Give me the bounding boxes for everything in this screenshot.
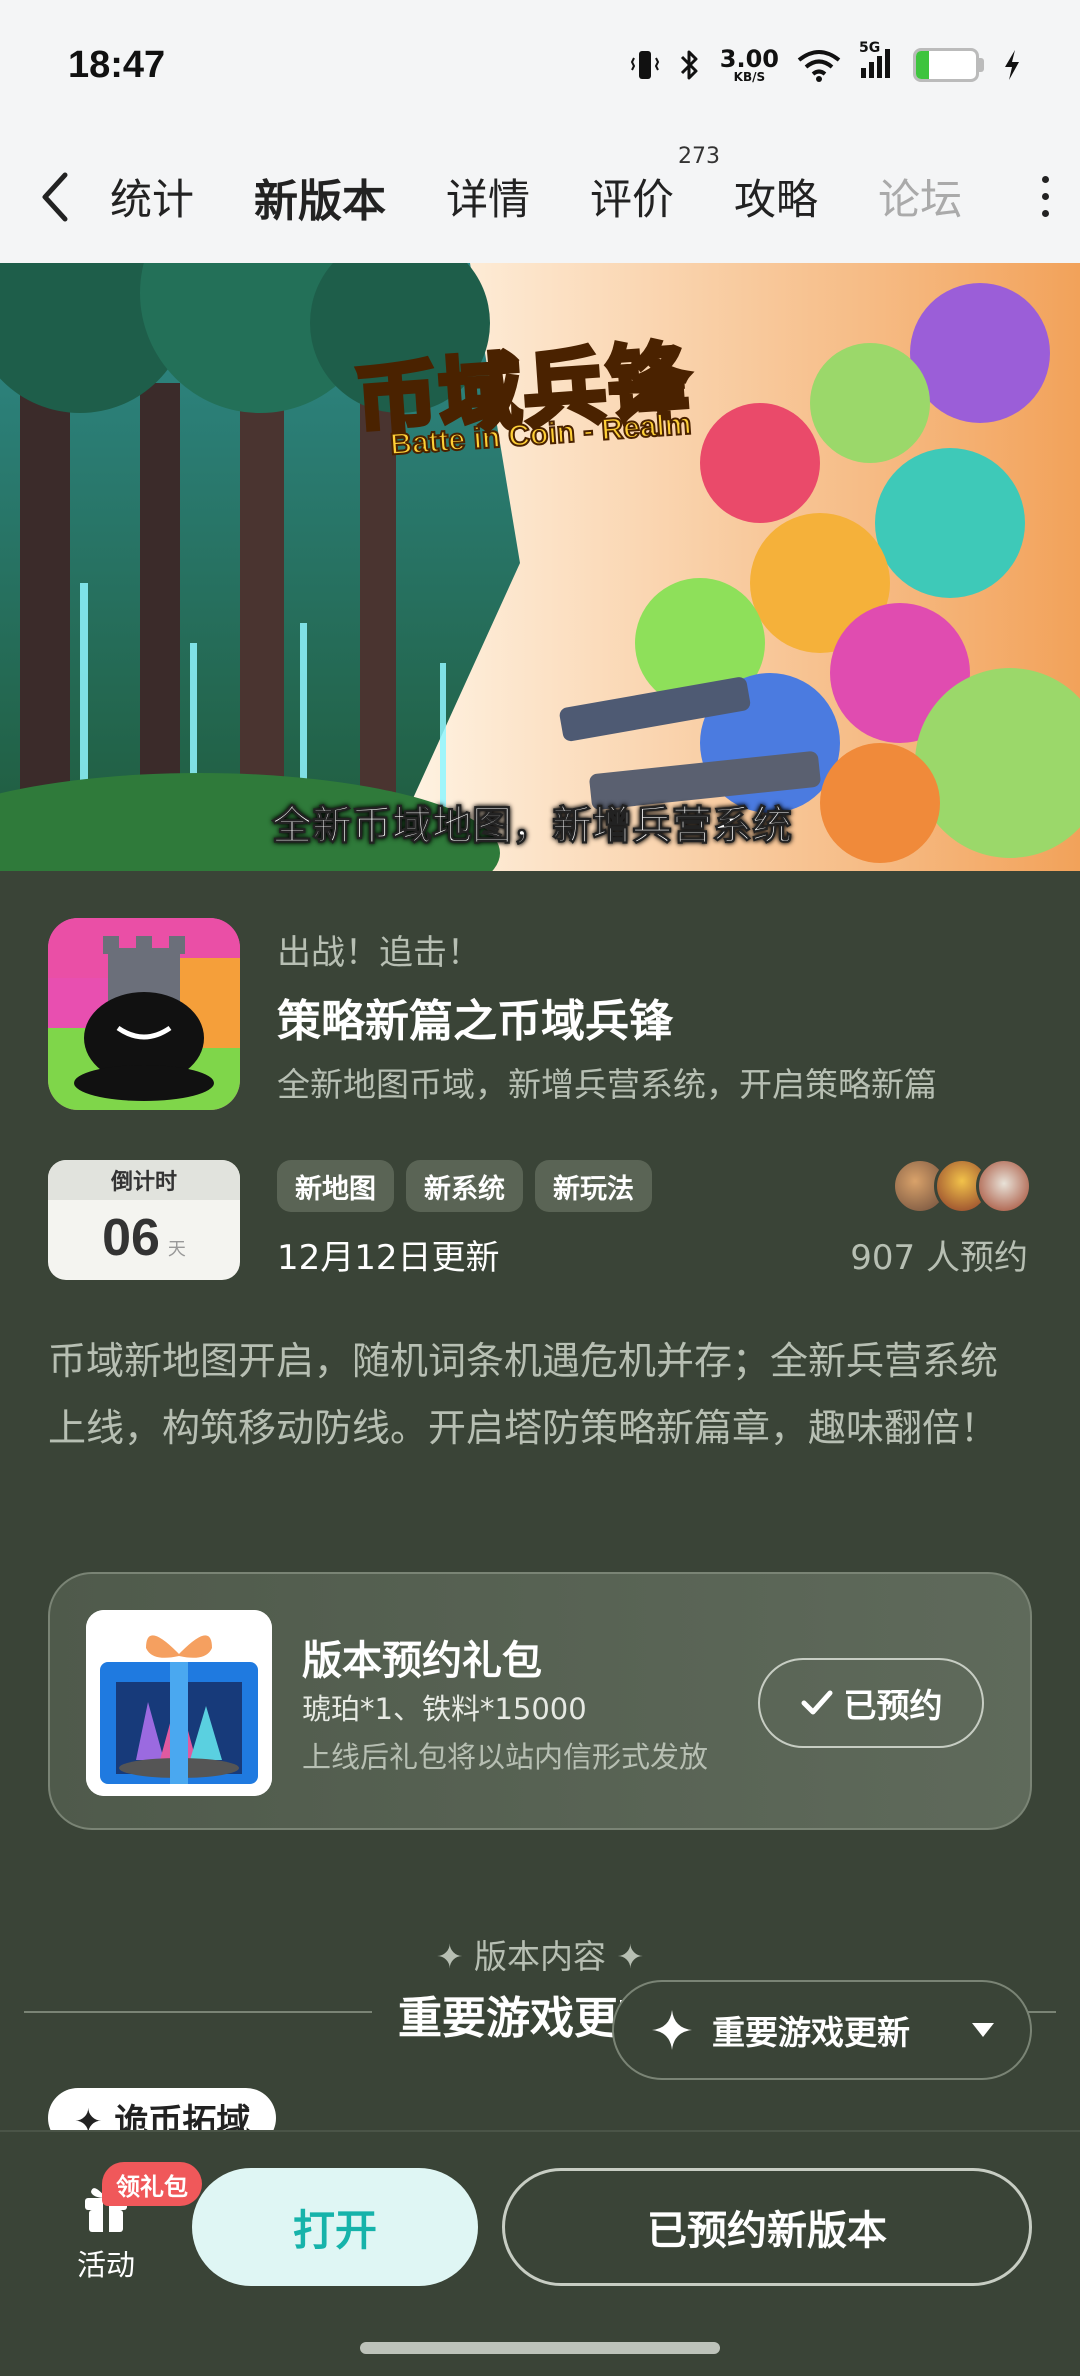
section-dropdown-label: 重要游戏更新: [712, 2013, 910, 2052]
net-speed: 3.00 KB/S: [720, 47, 779, 83]
promo-banner[interactable]: 币域兵锋 Batte in Coin - Realm 全新币域地图，新增兵营系统: [0, 263, 1080, 871]
tab-stats[interactable]: 统计: [110, 166, 194, 227]
tab-list: 统计 新版本 详情 评价 273 攻略 论坛: [110, 130, 1010, 263]
gift-pack-card[interactable]: 版本预约礼包 琥珀*1、铁料*15000 上线后礼包将以站内信形式发放 已预约: [48, 1572, 1032, 1830]
divider: [24, 2011, 372, 2013]
reserver-avatars[interactable]: [892, 1158, 1032, 1214]
chevron-left-icon: [42, 172, 68, 221]
tab-details[interactable]: 详情: [446, 166, 530, 227]
home-indicator[interactable]: [360, 2342, 720, 2354]
tag-new-system: 新系统: [406, 1160, 523, 1212]
tag-new-gameplay: 新玩法: [535, 1160, 652, 1212]
gift-reserved-label: 已预约: [843, 1686, 943, 1725]
back-button[interactable]: [0, 130, 110, 263]
reserved-new-version-button[interactable]: 已预约新版本: [502, 2168, 1032, 2286]
tag-new-map: 新地图: [277, 1160, 394, 1212]
countdown-card: 倒计时 06 天: [48, 1160, 240, 1280]
signal-label: 5G: [859, 40, 881, 56]
tab-reviews[interactable]: 评价 273: [590, 144, 720, 227]
more-options-button[interactable]: [1010, 176, 1080, 217]
net-speed-unit: KB/S: [733, 70, 766, 84]
signal-icon: 5G: [859, 40, 895, 84]
review-count-badge: 273: [678, 144, 721, 169]
version-description: 币域新地图开启，随机词条机遇危机并存；全新兵营系统上线，构筑移动防线。开启塔防策…: [48, 1339, 999, 1450]
net-speed-value: 3.00: [719, 45, 779, 73]
status-bar: 18:47 3.00 KB/S 5G 21: [0, 0, 1080, 130]
countdown-value: 06: [102, 1209, 160, 1267]
caret-down-icon: [972, 2023, 994, 2037]
gift-reserved-button[interactable]: 已预约: [758, 1658, 984, 1748]
game-kicker: 出战！追击！: [277, 933, 481, 973]
open-button[interactable]: 打开: [192, 2168, 478, 2286]
reservation-count: 907 人预约: [850, 1238, 1028, 1278]
tab-guides[interactable]: 攻略: [734, 166, 818, 227]
vibrate-icon: [630, 51, 659, 79]
game-icon[interactable]: [48, 918, 240, 1110]
version-content-label: ✦ 版本内容 ✦: [435, 1937, 645, 1976]
tab-new-version[interactable]: 新版本: [248, 165, 393, 235]
game-title: 策略新篇之币域兵锋: [277, 996, 673, 1047]
status-time: 18:47: [68, 43, 166, 86]
avatar: [976, 1158, 1032, 1214]
section-dropdown[interactable]: 重要游戏更新: [612, 1980, 1032, 2080]
version-content-heading: 重要游戏更新: [398, 1993, 630, 2044]
tag-list: 新地图 新系统 新玩法: [277, 1160, 652, 1212]
battery-level: 21: [929, 51, 963, 79]
claim-gift-badge: 领礼包: [102, 2162, 202, 2206]
tab-header: 统计 新版本 详情 评价 273 攻略 论坛: [0, 130, 1080, 263]
castle-icon: [48, 918, 240, 1110]
bluetooth-icon: [680, 50, 698, 80]
tab-reviews-label: 评价: [590, 175, 675, 224]
battery-icon: 21: [913, 48, 984, 82]
gift-box-image: [86, 1610, 272, 1796]
gift-pack-items: 琥珀*1、铁料*15000: [302, 1692, 587, 1726]
countdown-unit: 天: [167, 1239, 186, 1260]
banner-caption: 全新币域地图，新增兵营系统: [272, 803, 793, 850]
tab-forum[interactable]: 论坛: [878, 166, 962, 227]
gift-pack-note: 上线后礼包将以站内信形式发放: [302, 1740, 709, 1774]
bottom-action-bar: 活动 领礼包 打开 已预约新版本: [0, 2130, 1080, 2376]
update-date: 12月12日更新: [277, 1238, 500, 1278]
countdown-label: 倒计时: [48, 1160, 240, 1200]
game-description: 全新地图币域，新增兵营系统，开启策略新篇: [277, 1065, 937, 1104]
charging-icon: [1005, 50, 1019, 80]
status-icons: 3.00 KB/S 5G 21: [630, 40, 1022, 84]
gift-box-icon: [86, 1610, 272, 1796]
gift-pack-title: 版本预约礼包: [302, 1638, 542, 1684]
wifi-icon: [797, 50, 841, 82]
activity-label: 活动: [76, 2248, 135, 2282]
sparkle-icon: [652, 2010, 692, 2050]
checkmark-icon: [801, 1690, 832, 1715]
